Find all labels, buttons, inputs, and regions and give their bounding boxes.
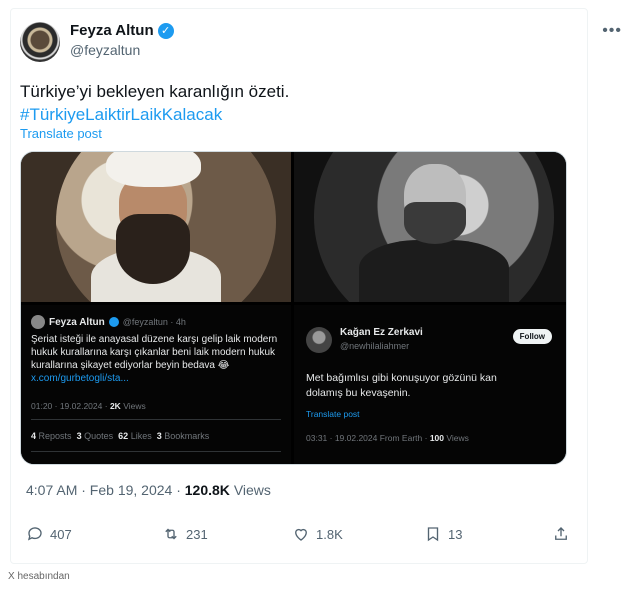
tweet-timestamp: 4:07 AM · Feb 19, 2024 · 120.8K Views: [26, 482, 271, 498]
like-button[interactable]: 1.8K: [292, 525, 343, 543]
reply-translate-link: Translate post: [306, 409, 360, 419]
bookmark-count: 13: [448, 526, 463, 542]
quote-views-label: Views: [123, 401, 146, 411]
media-screenshot-quote-2[interactable]: Kağan Ez Zerkavi @newhilaliahmer Follow …: [294, 305, 566, 464]
share-button[interactable]: [552, 525, 570, 543]
author-name[interactable]: Feyza Altun: [70, 22, 154, 39]
repost-count: 231: [186, 526, 208, 542]
hashtag-link[interactable]: #TürkiyeLaiktirLaikKalacak: [20, 103, 560, 126]
repost-icon: [165, 528, 177, 540]
action-bar: 407 231 1.8K 13: [26, 525, 572, 551]
stat-likes: 62: [118, 431, 129, 441]
tweet-body: Türkiye’yi bekleyen karanlığın özeti.: [20, 82, 290, 101]
author-avatar[interactable]: [20, 22, 60, 62]
translate-post-link[interactable]: Translate post: [20, 126, 102, 141]
quote-avatar: [31, 315, 45, 329]
reply-views: 100: [429, 433, 444, 443]
quote-text: Şeriat isteği ile anayasal düzene karşı …: [31, 334, 278, 371]
tweet-time[interactable]: 4:07 AM · Feb 19, 2024 ·: [26, 482, 181, 498]
reply-count: 407: [50, 526, 72, 542]
quote-link: x.com/gurbetogli/sta...: [31, 373, 129, 384]
stat-likes-label: Likes: [130, 431, 152, 441]
quote-timestamp: 01:20 · 19.02.2024 · 2K Views: [31, 401, 146, 411]
divider: [31, 451, 281, 452]
tweet-views-label: Views: [233, 482, 271, 498]
photo-beard: [404, 202, 466, 244]
quote-header: Feyza Altun @feyzaltun · 4h: [31, 315, 186, 329]
share-icon: [555, 527, 567, 540]
verified-badge-icon: [108, 317, 119, 327]
repost-button[interactable]: 231: [162, 525, 208, 543]
bookmark-icon: [427, 527, 439, 542]
photo-body: [359, 240, 509, 302]
reply-icon: [27, 527, 42, 541]
quote-time: 01:20 · 19.02.2024 ·: [31, 401, 108, 411]
stat-quotes-label: Quotes: [84, 431, 114, 441]
author-handle[interactable]: @feyzaltun: [70, 42, 140, 58]
stat-quotes: 3: [76, 431, 82, 441]
reply-author-handle: @newhilaliahmer: [340, 341, 410, 351]
stat-bookmarks-label: Bookmarks: [164, 431, 210, 441]
author-name-row: Feyza Altun ✓: [70, 22, 174, 39]
stat-bookmarks: 3: [156, 431, 162, 441]
reply-timestamp: 03:31 · 19.02.2024 From Earth · 100 View…: [306, 433, 469, 443]
quote-author-meta: @feyzaltun · 4h: [122, 317, 186, 327]
quote-stats: 4 Reposts 3 Quotes 62 Likes 3 Bookmarks: [31, 431, 209, 441]
media-screenshot-quote-1[interactable]: Feyza Altun @feyzaltun · 4h Şeriat isteğ…: [21, 305, 291, 464]
bookmark-button[interactable]: 13: [424, 525, 462, 543]
source-caption: X hesabından: [8, 571, 70, 582]
reply-views-label: Views: [446, 433, 469, 443]
quote-author-name: Feyza Altun: [49, 316, 105, 328]
divider: [31, 419, 281, 420]
stat-reposts: 4: [31, 431, 37, 441]
media-grid: Feyza Altun @feyzaltun · 4h Şeriat isteğ…: [20, 151, 567, 465]
media-photo-2[interactable]: [294, 152, 566, 302]
reply-time: 03:31 · 19.02.2024 From Earth ·: [306, 433, 428, 443]
photo-beard: [116, 214, 190, 284]
follow-button: Follow: [512, 329, 552, 344]
more-dots-icon[interactable]: •••: [602, 22, 622, 40]
tweet-views: 120.8K: [184, 482, 230, 498]
photo-turban: [106, 152, 201, 187]
reply-avatar: [306, 327, 332, 353]
heart-icon: [295, 528, 307, 541]
quote-body: Şeriat isteği ile anayasal düzene karşı …: [31, 333, 281, 385]
reply-author-name: Kağan Ez Zerkavi: [340, 327, 423, 338]
verified-badge-icon: ✓: [157, 22, 174, 39]
media-photo-1[interactable]: [21, 152, 291, 302]
like-count: 1.8K: [316, 526, 343, 542]
reply-button[interactable]: 407: [26, 525, 72, 543]
tweet-text: Türkiye’yi bekleyen karanlığın özeti. #T…: [20, 80, 560, 126]
quote-views: 2K: [109, 401, 121, 411]
stat-reposts-label: Reposts: [38, 431, 72, 441]
reply-text: Met bağımlısı gibi konuşuyor gözünü kan …: [306, 372, 497, 399]
